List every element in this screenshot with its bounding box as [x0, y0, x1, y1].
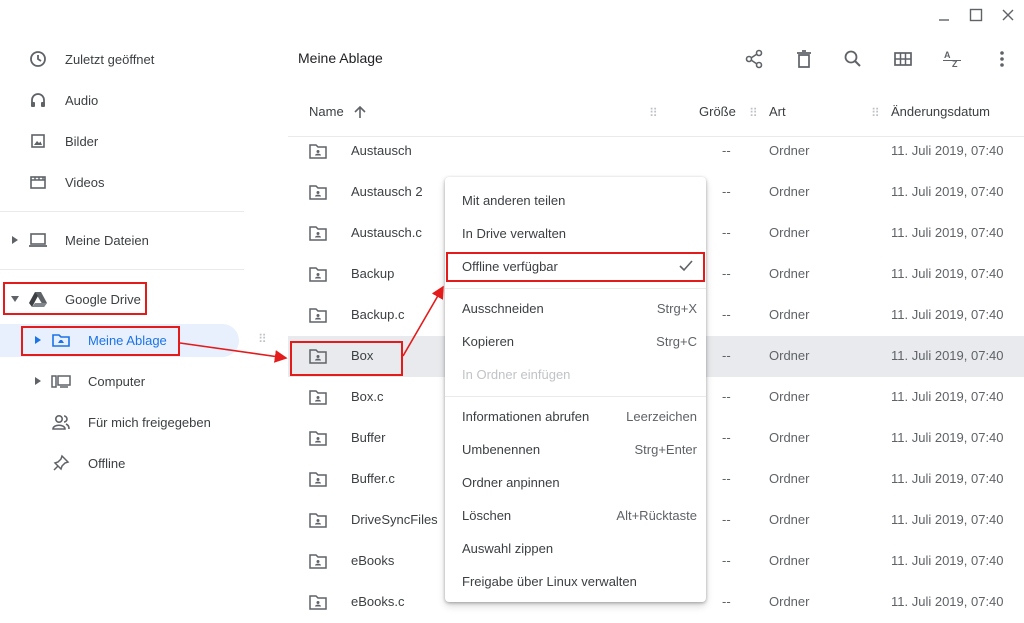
annotation-arrow: [179, 342, 288, 363]
annotation-arrow: [402, 285, 444, 357]
annotation-arrows: [179, 285, 444, 363]
